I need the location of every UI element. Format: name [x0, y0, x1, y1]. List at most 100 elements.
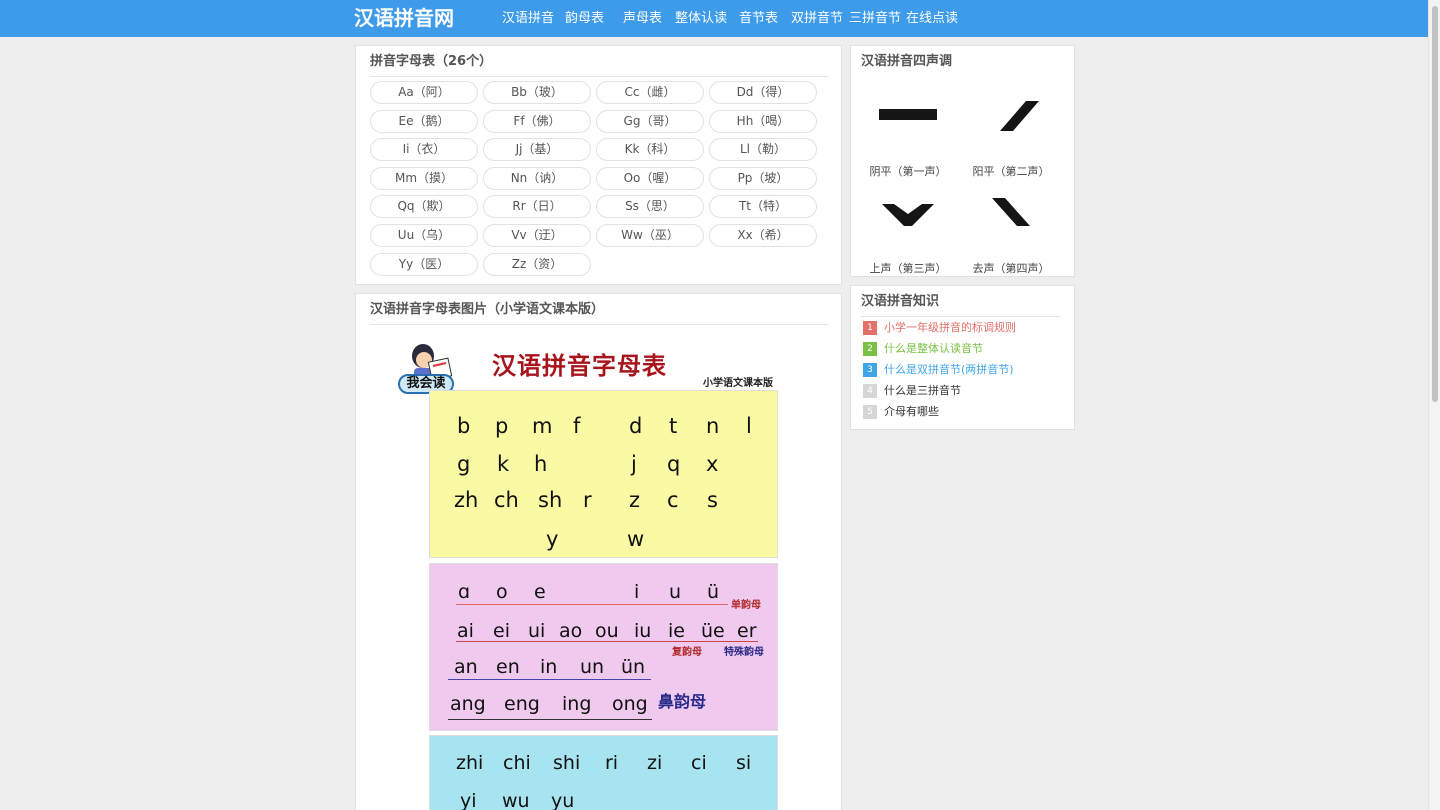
compound-final: ei: [493, 620, 510, 642]
alphabet-letter-pill[interactable]: Bb（玻）: [483, 81, 591, 104]
whole-syllable: yi: [460, 790, 477, 810]
nasal-finals-tag: 鼻韵母: [658, 692, 707, 711]
alphabet-letter-pill[interactable]: Uu（乌）: [370, 224, 478, 247]
initial-letter: m: [532, 414, 553, 438]
simple-finals-underline: [456, 604, 728, 605]
alphabet-panel: 拼音字母表（26个） Aa（阿） Bb（玻） Cc（雌） Dd（得） Ee（鹅） Ff（佛…: [355, 45, 842, 285]
alphabet-letter-pill[interactable]: Hh（喝）: [709, 109, 817, 133]
simple-final: ɑ: [458, 581, 471, 603]
front-nasal-final: un: [580, 656, 605, 678]
alphabet-letter-pill[interactable]: Zz（资）: [483, 252, 591, 276]
initial-letter: p: [495, 414, 509, 438]
initial-letter: t: [669, 414, 678, 438]
back-nasal-underline: [448, 719, 652, 720]
initial-letter: s: [707, 488, 718, 512]
alphabet-letter-pill[interactable]: Ll（勒）: [709, 138, 817, 162]
alphabet-letter-pill[interactable]: Ff（佛）: [483, 109, 591, 133]
tones-panel: 汉语拼音四声调 阴平（第一声） 阳平（第二声） 上声（第三声） 去声（第四声）: [850, 45, 1075, 277]
nav-link-finals-table[interactable]: 韵母表: [565, 10, 604, 28]
alphabet-letter-pill[interactable]: Ee（鹅）: [370, 109, 478, 133]
tone-label: 阴平（第一声）: [869, 165, 947, 178]
tone-label: 去声（第四声）: [972, 262, 1050, 275]
alphabet-letter-pill[interactable]: Kk（科）: [596, 138, 704, 162]
alphabet-letter-pill[interactable]: Gg（哥）: [596, 109, 704, 133]
site-logo[interactable]: 汉语拼音网: [354, 5, 454, 31]
compound-final: iu: [634, 620, 652, 642]
alphabet-letter-pill[interactable]: Jj（基）: [483, 138, 591, 162]
compound-final: ao: [559, 620, 583, 642]
alphabet-letter-pill[interactable]: Tt（特）: [709, 195, 817, 219]
initial-letter: k: [497, 452, 510, 476]
alphabet-letter-pill[interactable]: Vv（迂）: [483, 224, 591, 247]
rank-badge: 2: [863, 342, 877, 356]
compound-final: ui: [528, 620, 546, 642]
initial-letter: g: [457, 452, 471, 476]
alphabet-letter-pill[interactable]: Xx（希）: [709, 224, 817, 247]
alphabet-letter-pill[interactable]: Ww（巫）: [596, 224, 704, 247]
alphabet-letter-pill[interactable]: Oo（喔）: [596, 166, 704, 190]
alphabet-letter-pill[interactable]: Yy（医）: [370, 252, 478, 276]
rank-badge: 3: [863, 363, 877, 377]
nav-link-whole-syllables[interactable]: 整体认读: [675, 10, 727, 28]
initial-letter: sh: [538, 488, 563, 512]
compound-final: ie: [668, 620, 685, 642]
alphabet-letter-pill[interactable]: Dd（得）: [709, 81, 817, 104]
alphabet-letter-pill[interactable]: Qq（欺）: [370, 195, 478, 219]
simple-final: u: [669, 581, 682, 603]
tone-label: 上声（第三声）: [869, 262, 947, 275]
nav-link-initials-table[interactable]: 声母表: [623, 10, 662, 28]
knowledge-link-text[interactable]: 介母有哪些: [884, 404, 939, 420]
alphabet-letter-pill[interactable]: Ss（思）: [596, 195, 704, 219]
alphabet-letter-pill[interactable]: Ii（衣）: [370, 138, 478, 162]
knowledge-link-text[interactable]: 什么是整体认读音节: [884, 341, 983, 357]
back-nasal-final: eng: [504, 693, 540, 715]
alphabet-letter-pill[interactable]: Mm（摸）: [370, 166, 478, 190]
initial-letter: n: [706, 414, 720, 438]
page-scrollbar[interactable]: [1428, 0, 1440, 810]
alphabet-letter-pill[interactable]: Rr（日）: [483, 195, 591, 219]
nav-link-three-part-syllables[interactable]: 三拼音节: [849, 10, 901, 28]
divider: [861, 316, 1061, 317]
rank-badge: 4: [863, 384, 877, 398]
whole-syllable: zi: [647, 752, 663, 774]
nav-link-online-reading[interactable]: 在线点读: [906, 10, 958, 28]
simple-finals-tag: 单韵母: [731, 600, 761, 611]
whole-syllable: shi: [553, 752, 581, 774]
initial-letter: j: [631, 452, 637, 476]
top-navigation-bar: 汉语拼音网 汉语拼音 韵母表 声母表 整体认读 音节表 双拼音节 三拼音节 在线…: [0, 0, 1428, 37]
simple-final: i: [634, 581, 640, 603]
knowledge-link-text[interactable]: 什么是双拼音节(两拼音节): [884, 362, 1014, 378]
simple-final: e: [534, 581, 546, 603]
pinyin-chart-image: 我会读 汉语拼音字母表 小学语文课本版 b p m f d t n l g k h j q x zh ch sh…: [396, 338, 796, 810]
picture-title: 汉语拼音字母表: [492, 352, 667, 380]
alphabet-letter-pill[interactable]: Aa（阿）: [370, 81, 478, 104]
initial-letter: r: [583, 488, 592, 512]
initial-letter: zh: [454, 488, 479, 512]
fourth-tone-icon: [992, 198, 1030, 226]
whole-syllable: ci: [691, 752, 707, 774]
second-tone-icon: [1000, 101, 1039, 131]
alphabet-letter-pill[interactable]: Pp（坡）: [709, 166, 817, 190]
knowledge-link-text[interactable]: 小学一年级拼音的标调规则: [884, 320, 1016, 336]
compound-final: ai: [457, 620, 474, 642]
first-tone-icon: [879, 109, 937, 120]
nav-link-pinyin[interactable]: 汉语拼音: [502, 10, 554, 28]
nav-link-syllable-table[interactable]: 音节表: [739, 10, 778, 28]
front-nasal-final: an: [454, 656, 478, 678]
alphabet-letter-pill[interactable]: Cc（雌）: [596, 81, 704, 104]
knowledge-link-text[interactable]: 什么是三拼音节: [884, 383, 961, 399]
alphabet-letter-pill[interactable]: Nn（讷）: [483, 166, 591, 190]
compound-final: üe: [701, 620, 725, 642]
alphabet-title: 拼音字母表（26个）: [370, 54, 493, 69]
third-tone-icon: [882, 204, 934, 226]
compound-finals-tag: 复韵母: [672, 647, 702, 658]
compound-final: er: [737, 620, 757, 642]
front-nasal-final: ün: [621, 656, 646, 678]
scrollbar-thumb[interactable]: [1432, 6, 1438, 402]
initial-letter: d: [629, 414, 643, 438]
tones-title: 汉语拼音四声调: [861, 54, 953, 69]
front-nasal-final: in: [540, 656, 558, 678]
initial-letter: x: [706, 452, 719, 476]
nav-link-two-part-syllables[interactable]: 双拼音节: [791, 10, 843, 28]
compound-finals-underline: [456, 641, 758, 642]
